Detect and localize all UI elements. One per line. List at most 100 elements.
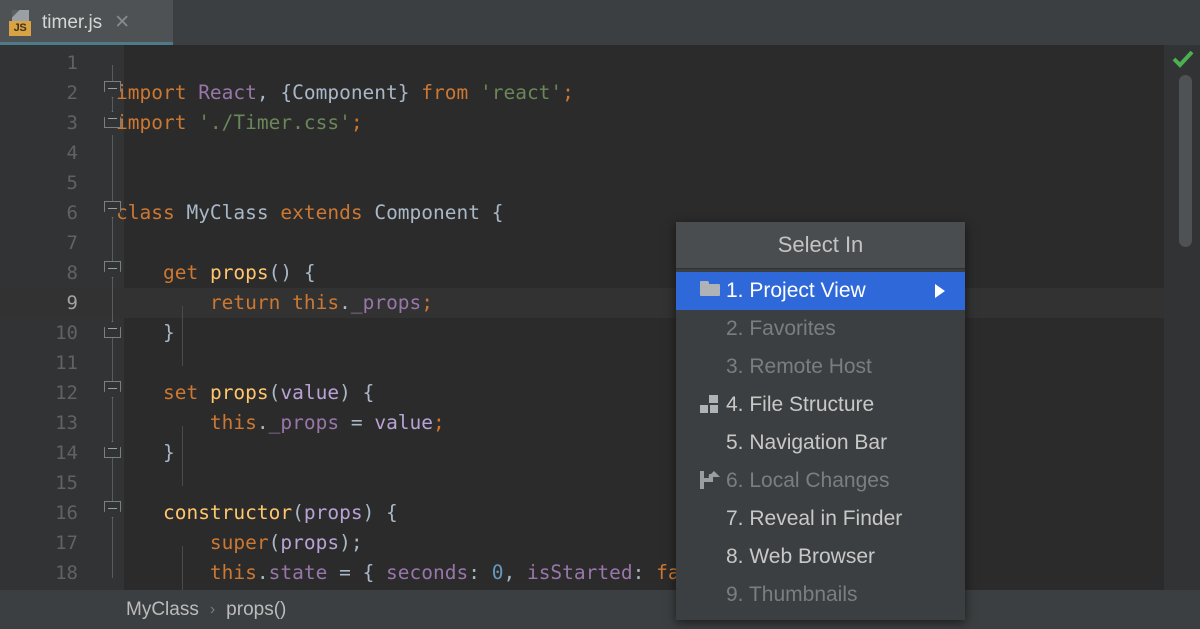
menu-item-6: 6. Local Changes: [676, 462, 965, 500]
fold-region-line: [112, 135, 113, 205]
marker-bar[interactable]: [1164, 45, 1200, 590]
line-number: 13: [55, 412, 78, 434]
fold-toggle-icon[interactable]: [104, 261, 121, 278]
code-text: set props(value) {: [116, 378, 374, 408]
line-number: 16: [55, 502, 78, 524]
code-token: this: [209, 411, 257, 434]
fold-toggle-icon[interactable]: [104, 501, 121, 518]
breadcrumb: MyClass › props(): [0, 590, 1200, 629]
code-line[interactable]: 1: [0, 48, 1200, 78]
code-token: ,: [256, 81, 281, 104]
line-number: 4: [66, 142, 78, 164]
code-line[interactable]: 4: [0, 138, 1200, 168]
code-line[interactable]: 17 super(props);: [0, 528, 1200, 558]
code-line[interactable]: 5: [0, 168, 1200, 198]
editor-tab-timer-js[interactable]: JS timer.js ✕: [0, 0, 173, 45]
code-line[interactable]: 2 import React, {Component} from 'react';: [0, 78, 1200, 108]
fold-toggle-icon[interactable]: [104, 111, 121, 128]
select-in-popup-menu: Select In 1. Project View 2. Favorites 3. …: [676, 222, 965, 620]
line-number: 10: [55, 322, 78, 344]
code-token: 'react': [479, 81, 563, 104]
code-line[interactable]: 9 return this._props;: [0, 288, 1200, 318]
submenu-arrow-icon: [935, 284, 945, 298]
code-token: value: [374, 411, 434, 434]
code-token: seconds: [386, 561, 469, 584]
code-text: return this._props;: [116, 288, 433, 318]
js-file-icon: JS: [8, 9, 34, 37]
code-text: get props() {: [116, 258, 316, 288]
code-token: import: [116, 111, 199, 134]
code-token: }: [116, 441, 175, 464]
line-number: 7: [66, 232, 78, 254]
editor-tab-bar: JS timer.js ✕: [0, 0, 1200, 45]
menu-item-5[interactable]: 5. Navigation Bar: [676, 424, 965, 462]
menu-item-label: 3. Remote Host: [726, 355, 872, 378]
code-token: set: [162, 381, 199, 404]
code-line[interactable]: 11: [0, 348, 1200, 378]
line-number: 18: [55, 562, 78, 584]
code-text: import React, {Component} from 'react';: [116, 78, 574, 108]
code-editor[interactable]: 1 2 import React, {Component} from 'react'…: [0, 45, 1200, 590]
code-token: get: [162, 261, 199, 284]
menu-item-list: 1. Project View 2. Favorites 3. Remote Hos…: [676, 269, 965, 620]
line-number: 11: [55, 352, 78, 374]
code-line[interactable]: 14 }: [0, 438, 1200, 468]
line-number: 17: [55, 532, 78, 554]
code-token: );: [339, 531, 363, 554]
code-token: (: [268, 381, 281, 404]
close-icon[interactable]: ✕: [114, 13, 130, 32]
code-line[interactable]: 12 set props(value) {: [0, 378, 1200, 408]
breadcrumb-item-class[interactable]: MyClass: [126, 599, 199, 621]
line-number: 2: [66, 82, 78, 104]
code-line[interactable]: 13 this._props = value;: [0, 408, 1200, 438]
code-token: super: [209, 531, 269, 554]
code-token: = {: [327, 561, 387, 584]
indent-guide: [182, 546, 183, 590]
code-token: props: [209, 261, 269, 284]
code-token: }: [116, 321, 175, 344]
inspection-ok-checkmark-icon: [1172, 51, 1194, 69]
fold-toggle-icon[interactable]: [104, 201, 121, 218]
code-line[interactable]: 18 this.state = { seconds: 0, isStarted:…: [0, 558, 1200, 588]
code-token: extends: [280, 201, 363, 224]
fold-region-line: [112, 278, 113, 321]
code-token: props: [280, 531, 340, 554]
fold-toggle-icon[interactable]: [104, 381, 121, 398]
code-token: this: [209, 561, 257, 584]
vertical-scrollbar-thumb[interactable]: [1179, 75, 1192, 247]
code-token: './Timer.css': [198, 111, 351, 134]
code-line[interactable]: 7: [0, 228, 1200, 258]
code-token: from: [421, 81, 469, 104]
menu-item-4[interactable]: 4. File Structure: [676, 386, 965, 424]
code-line[interactable]: 8 get props() {: [0, 258, 1200, 288]
code-line[interactable]: 10 }: [0, 318, 1200, 348]
menu-item-1[interactable]: 1. Project View: [676, 272, 965, 310]
menu-item-8[interactable]: 8. Web Browser: [676, 538, 965, 576]
code-token: _props: [268, 411, 340, 434]
code-token: .: [256, 561, 269, 584]
code-token: =: [339, 411, 375, 434]
indent-guide: [182, 426, 183, 486]
code-token: _props: [350, 291, 422, 314]
breadcrumb-item-method[interactable]: props(): [226, 599, 286, 621]
code-token: .: [339, 291, 351, 314]
menu-item-7[interactable]: 7. Reveal in Finder: [676, 500, 965, 538]
code-line[interactable]: 15: [0, 468, 1200, 498]
code-token: state: [268, 561, 328, 584]
fold-toggle-icon[interactable]: [104, 321, 121, 338]
code-token: ;: [562, 81, 574, 104]
fold-region-line: [112, 218, 113, 261]
code-line[interactable]: 6 class MyClass extends Component {: [0, 198, 1200, 228]
fold-toggle-icon[interactable]: [104, 441, 121, 458]
code-line[interactable]: 3 import './Timer.css';: [0, 108, 1200, 138]
code-line[interactable]: 16 constructor(props) {: [0, 498, 1200, 528]
fold-toggle-icon[interactable]: [104, 81, 121, 98]
line-number: 14: [55, 442, 78, 464]
